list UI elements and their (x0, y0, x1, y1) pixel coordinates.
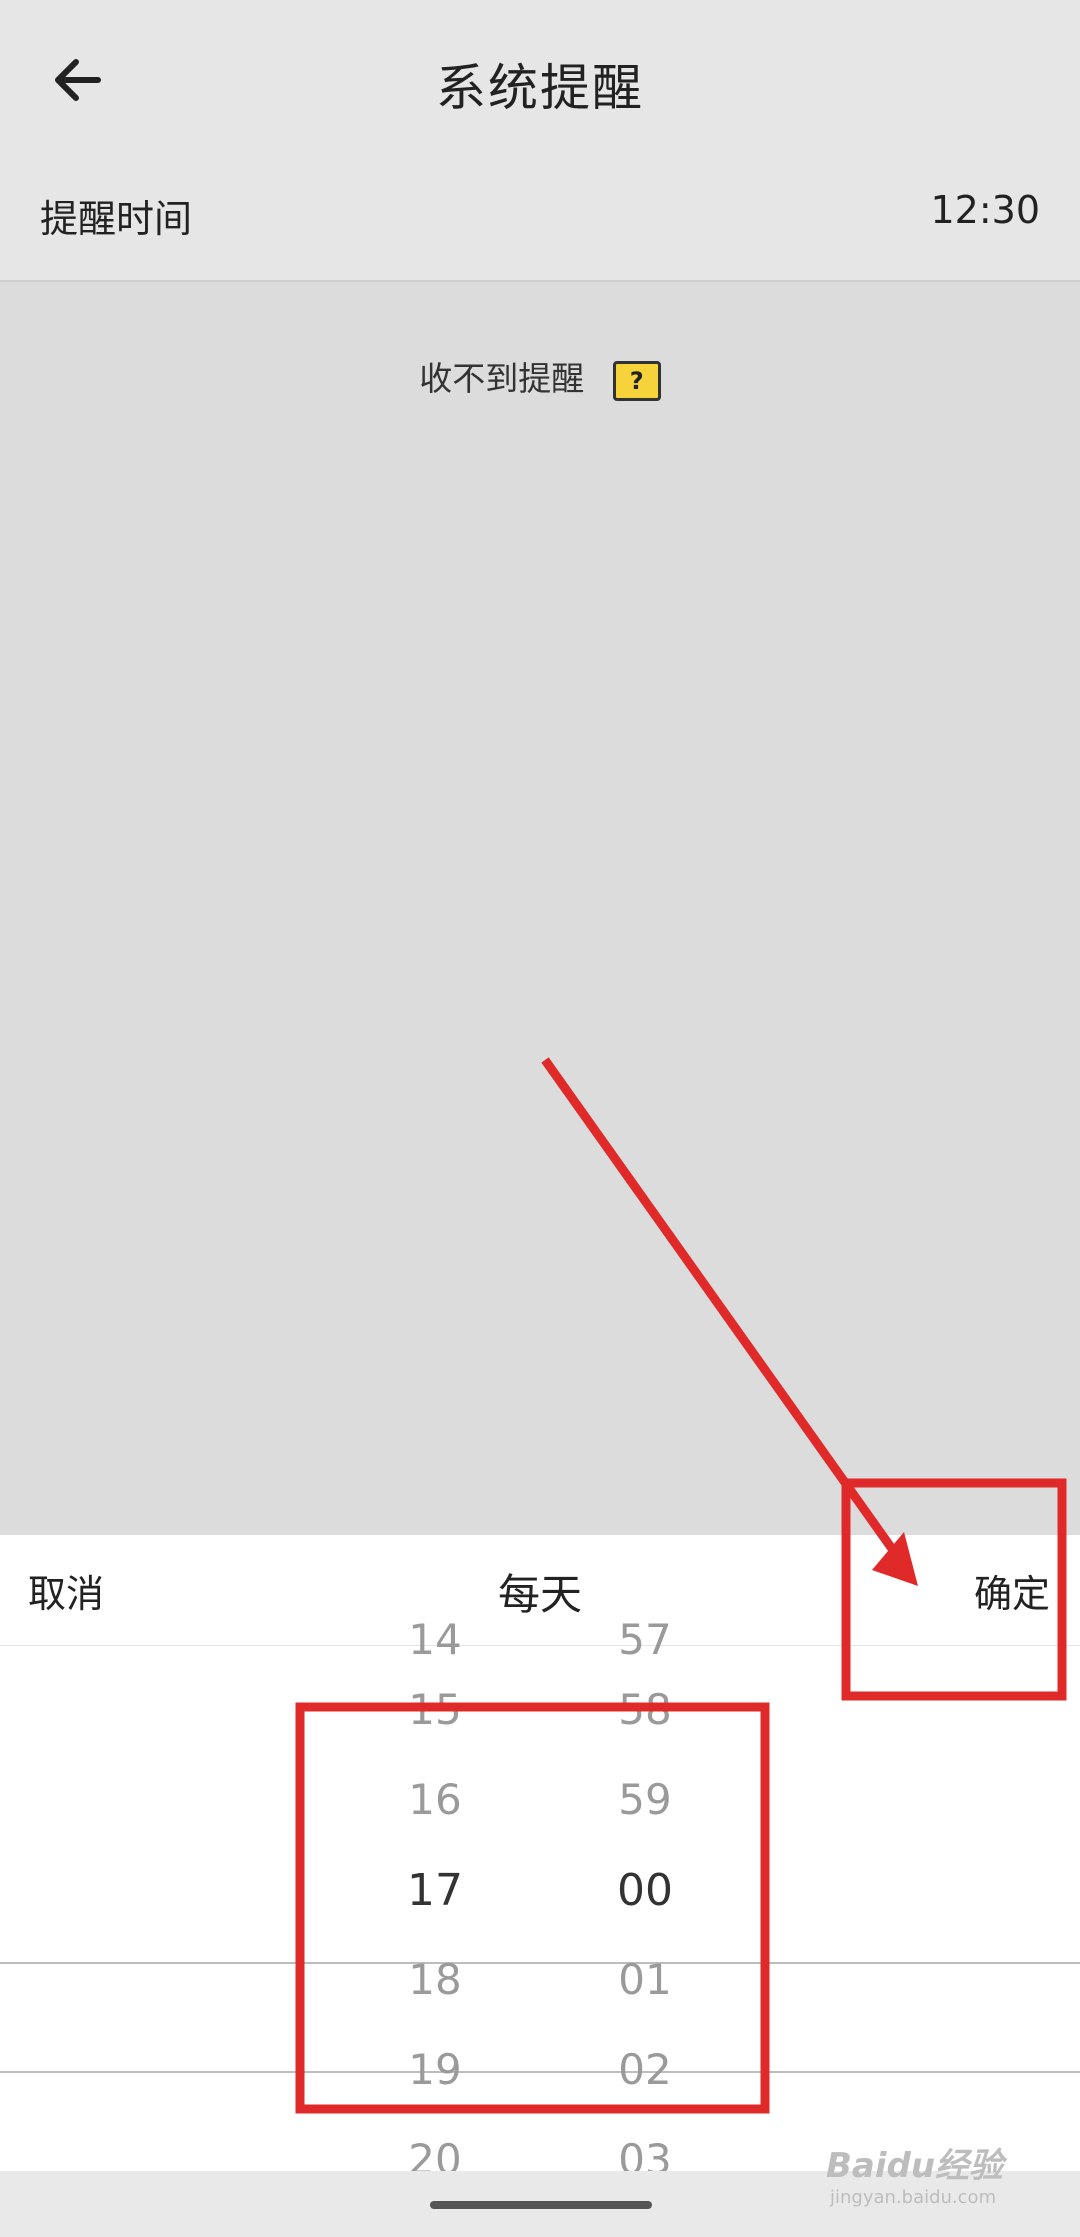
reminder-time-row[interactable]: 提醒时间 12:30 (0, 160, 1080, 282)
help-text: 收不到提醒 (419, 359, 585, 398)
minute-option[interactable]: 58 (565, 1685, 725, 1734)
time-picker-sheet: 取消 每天 确定 14 15 16 17 18 19 20 57 58 59 00 01 02 03 (0, 1535, 1080, 2171)
hour-option[interactable]: 16 (355, 1775, 515, 1824)
page-title: 系统提醒 (436, 59, 644, 117)
reminder-time-label: 提醒时间 (40, 197, 193, 241)
hour-option[interactable]: 15 (355, 1685, 515, 1734)
minute-option[interactable]: 00 (565, 1865, 725, 1916)
selection-line-top (0, 1962, 1080, 1964)
hour-option[interactable]: 17 (355, 1865, 515, 1916)
annotation-arrow (541, 1057, 904, 1563)
confirm-button[interactable]: 确定 (974, 1563, 1050, 1618)
minute-option[interactable]: 59 (565, 1775, 725, 1824)
repeat-label: 每天 (497, 1570, 582, 1619)
selection-line-bottom (0, 2071, 1080, 2073)
minute-option[interactable]: 57 (565, 1615, 725, 1664)
help-bubble-icon: ? (612, 360, 661, 401)
help-link[interactable]: 收不到提醒 ? (0, 352, 1080, 401)
minute-option[interactable]: 02 (565, 2045, 725, 2094)
reminder-time-value: 12:30 (930, 188, 1040, 232)
hour-option[interactable]: 18 (355, 1955, 515, 2004)
watermark-sub: jingyan.baidu.com (830, 2187, 997, 2208)
hour-option[interactable]: 19 (355, 2045, 515, 2094)
minute-option[interactable]: 03 (565, 2135, 725, 2171)
minute-wheel[interactable]: 57 58 59 00 01 02 03 (565, 1615, 725, 2171)
hour-option[interactable]: 14 (355, 1615, 515, 1664)
top-bar: 系统提醒 (0, 0, 1080, 160)
watermark-text: Baidu经验 (826, 2146, 1004, 2186)
hour-option[interactable]: 20 (355, 2135, 515, 2171)
time-picker[interactable]: 14 15 16 17 18 19 20 57 58 59 00 01 02 03 (0, 1615, 1080, 2171)
sheet-header: 取消 每天 确定 (0, 1535, 1080, 1646)
watermark: Baidu经验 jingyan.baidu.com (826, 2138, 1003, 2208)
minute-option[interactable]: 01 (565, 1955, 725, 2004)
hour-wheel[interactable]: 14 15 16 17 18 19 20 (355, 1615, 515, 2171)
home-indicator[interactable] (430, 2201, 652, 2209)
